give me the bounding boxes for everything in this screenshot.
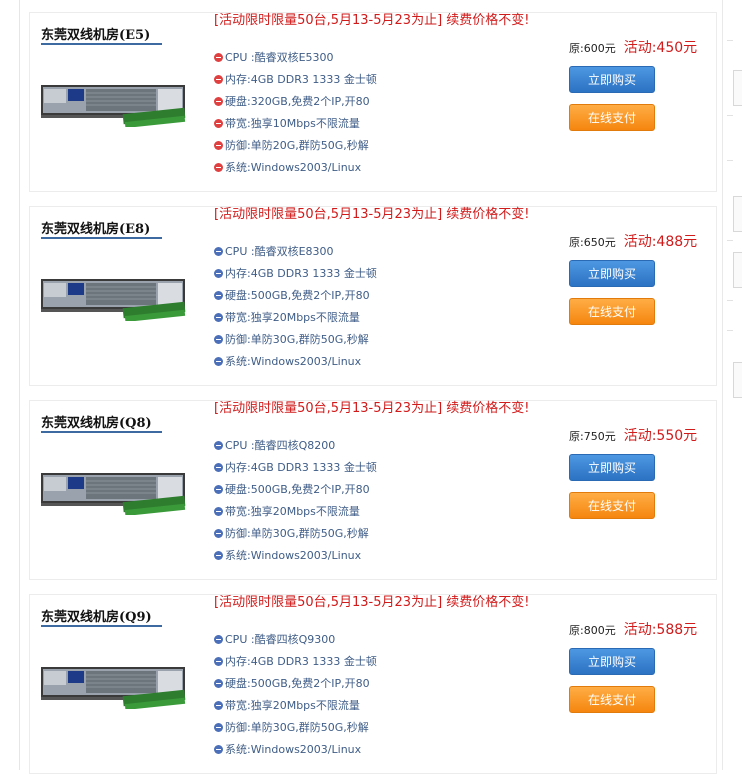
spec-item: 带宽:独享20Mbps不限流量 (214, 699, 544, 721)
spec-bullet-icon (214, 357, 223, 366)
spec-item: 防御:单防30G,群防50G,秒解 (214, 527, 544, 549)
title-underline (41, 237, 162, 239)
spec-bullet-icon (214, 163, 223, 172)
original-price: 原:650元 (569, 236, 616, 249)
product-card: 东莞双线机房(E5) [活动限时限量50台,5月13-5月23为止] 续费价格不… (29, 12, 717, 192)
sidebar-tab[interactable] (733, 252, 742, 288)
spec-bullet-icon (214, 313, 223, 322)
product-card: 东莞双线机房(Q8) [活动限时限量50台,5月13-5月23为止] 续费价格不… (29, 400, 717, 580)
buy-now-button[interactable]: 立即购买 (569, 260, 655, 287)
spec-bullet-icon (214, 141, 223, 150)
title-underline (41, 625, 162, 627)
spec-bullet-icon (214, 507, 223, 516)
spec-item: 内存:4GB DDR3 1333 金士顿 (214, 655, 544, 677)
promo-notice: [活动限时限量50台,5月13-5月23为止] 续费价格不变! (214, 401, 530, 416)
product-title[interactable]: 东莞双线机房(E5) (41, 24, 150, 43)
price-block: 原:800元 活动:588元 (569, 619, 697, 639)
spec-item: 带宽:独享20Mbps不限流量 (214, 311, 544, 333)
spec-list: CPU :酷睿双核E5300 内存:4GB DDR3 1333 金士顿 硬盘:3… (214, 51, 544, 183)
spec-item: 内存:4GB DDR3 1333 金士顿 (214, 73, 544, 95)
server-image (41, 667, 186, 709)
product-title[interactable]: 东莞双线机房(Q8) (41, 412, 152, 431)
spec-bullet-icon (214, 745, 223, 754)
spec-item: 硬盘:320GB,免费2个IP,开80 (214, 95, 544, 117)
pay-online-button[interactable]: 在线支付 (569, 686, 655, 713)
left-border (19, 0, 20, 770)
spec-bullet-icon (214, 53, 223, 62)
spec-item: 防御:单防30G,群防50G,秒解 (214, 333, 544, 355)
spec-bullet-icon (214, 269, 223, 278)
promo-notice: [活动限时限量50台,5月13-5月23为止] 续费价格不变! (214, 207, 530, 222)
server-image (41, 279, 186, 321)
original-price: 原:800元 (569, 624, 616, 637)
original-price: 原:750元 (569, 430, 616, 443)
spec-bullet-icon (214, 247, 223, 256)
server-image (41, 85, 186, 127)
title-underline (41, 431, 162, 433)
sidebar-tab[interactable] (733, 196, 742, 232)
promo-price: 活动:450元 (623, 40, 698, 56)
spec-list: CPU :酷睿四核Q9300 内存:4GB DDR3 1333 金士顿 硬盘:5… (214, 633, 544, 765)
spec-item: 内存:4GB DDR3 1333 金士顿 (214, 461, 544, 483)
spec-bullet-icon (214, 679, 223, 688)
spec-item: 系统:Windows2003/Linux (214, 355, 544, 377)
spec-item: CPU :酷睿四核Q9300 (214, 633, 544, 655)
spec-item: 内存:4GB DDR3 1333 金士顿 (214, 267, 544, 289)
spec-bullet-icon (214, 335, 223, 344)
spec-item: CPU :酷睿双核E5300 (214, 51, 544, 73)
promo-price: 活动:588元 (623, 622, 698, 638)
spec-bullet-icon (214, 119, 223, 128)
server-image (41, 473, 186, 515)
promo-price: 活动:550元 (623, 428, 698, 444)
spec-list: CPU :酷睿双核E8300 内存:4GB DDR3 1333 金士顿 硬盘:5… (214, 245, 544, 377)
spec-item: 系统:Windows2003/Linux (214, 161, 544, 183)
spec-list: CPU :酷睿四核Q8200 内存:4GB DDR3 1333 金士顿 硬盘:5… (214, 439, 544, 571)
spec-bullet-icon (214, 291, 223, 300)
sidebar-tab[interactable] (733, 362, 742, 398)
pay-online-button[interactable]: 在线支付 (569, 104, 655, 131)
title-underline (41, 43, 162, 45)
spec-item: CPU :酷睿四核Q8200 (214, 439, 544, 461)
spec-bullet-icon (214, 485, 223, 494)
price-block: 原:600元 活动:450元 (569, 37, 697, 57)
original-price: 原:600元 (569, 42, 616, 55)
spec-bullet-icon (214, 441, 223, 450)
sidebar-tab[interactable] (733, 70, 742, 106)
spec-item: 硬盘:500GB,免费2个IP,开80 (214, 289, 544, 311)
spec-bullet-icon (214, 97, 223, 106)
spec-bullet-icon (214, 529, 223, 538)
promo-notice: [活动限时限量50台,5月13-5月23为止] 续费价格不变! (214, 595, 530, 610)
product-title[interactable]: 东莞双线机房(E8) (41, 218, 150, 237)
spec-item: CPU :酷睿双核E8300 (214, 245, 544, 267)
price-block: 原:750元 活动:550元 (569, 425, 697, 445)
spec-bullet-icon (214, 635, 223, 644)
right-border (722, 0, 723, 770)
spec-item: 带宽:独享10Mbps不限流量 (214, 117, 544, 139)
spec-item: 防御:单防30G,群防50G,秒解 (214, 721, 544, 743)
promo-price: 活动:488元 (623, 234, 698, 250)
product-title[interactable]: 东莞双线机房(Q9) (41, 606, 152, 625)
spec-item: 系统:Windows2003/Linux (214, 549, 544, 571)
buy-now-button[interactable]: 立即购买 (569, 648, 655, 675)
spec-item: 防御:单防20G,群防50G,秒解 (214, 139, 544, 161)
spec-item: 硬盘:500GB,免费2个IP,开80 (214, 483, 544, 505)
spec-item: 硬盘:500GB,免费2个IP,开80 (214, 677, 544, 699)
spec-bullet-icon (214, 723, 223, 732)
spec-item: 系统:Windows2003/Linux (214, 743, 544, 765)
spec-bullet-icon (214, 75, 223, 84)
buy-now-button[interactable]: 立即购买 (569, 66, 655, 93)
promo-notice: [活动限时限量50台,5月13-5月23为止] 续费价格不变! (214, 13, 530, 28)
product-card: 东莞双线机房(Q9) [活动限时限量50台,5月13-5月23为止] 续费价格不… (29, 594, 717, 774)
spec-bullet-icon (214, 657, 223, 666)
spec-item: 带宽:独享20Mbps不限流量 (214, 505, 544, 527)
spec-bullet-icon (214, 551, 223, 560)
price-block: 原:650元 活动:488元 (569, 231, 697, 251)
buy-now-button[interactable]: 立即购买 (569, 454, 655, 481)
pay-online-button[interactable]: 在线支付 (569, 492, 655, 519)
spec-bullet-icon (214, 701, 223, 710)
pay-online-button[interactable]: 在线支付 (569, 298, 655, 325)
spec-bullet-icon (214, 463, 223, 472)
product-card: 东莞双线机房(E8) [活动限时限量50台,5月13-5月23为止] 续费价格不… (29, 206, 717, 386)
